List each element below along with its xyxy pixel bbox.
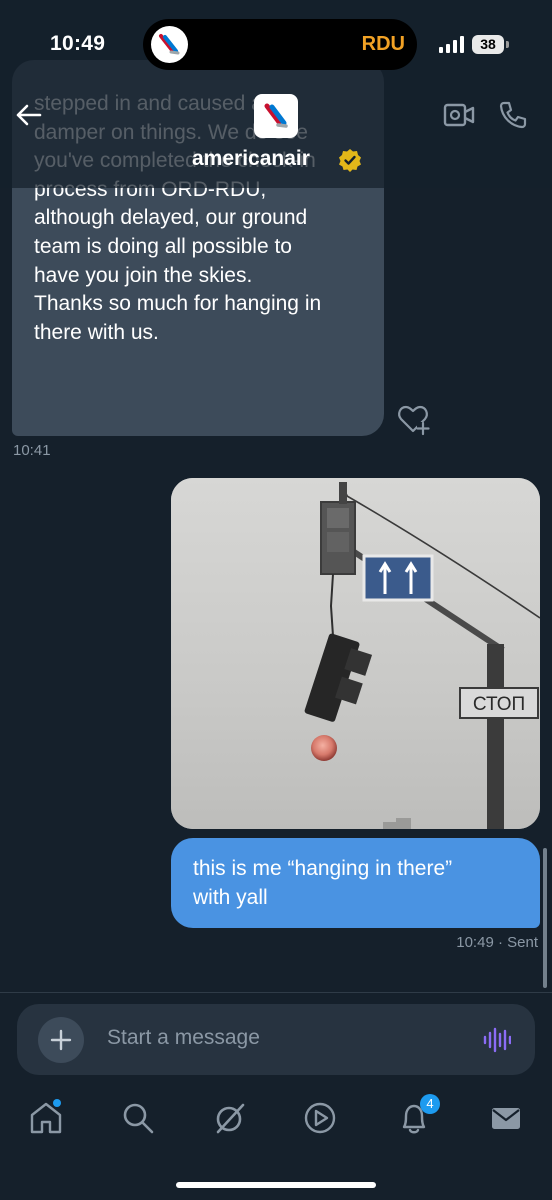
add-reaction-icon[interactable] (396, 402, 430, 436)
outgoing-message-timestamp: 10:49 (456, 934, 494, 951)
back-arrow-icon[interactable] (14, 100, 44, 130)
status-bar: 10:49 RDU 38 (0, 0, 552, 90)
home-notification-dot (53, 1099, 61, 1107)
home-indicator[interactable] (176, 1182, 376, 1188)
dynamic-island[interactable]: RDU (143, 19, 417, 70)
nav-notifications[interactable]: 4 (396, 1094, 440, 1136)
american-airlines-logo-icon (264, 103, 288, 128)
account-name[interactable]: americanair (192, 147, 310, 171)
phone-call-icon[interactable] (498, 100, 528, 130)
notification-count-badge: 4 (420, 1094, 440, 1114)
hanging-traffic-light-photo: СТОП (171, 478, 540, 829)
scrollbar[interactable] (543, 848, 547, 988)
outgoing-message-text: this is me “hanging in there” with yall (193, 857, 453, 909)
outgoing-message-bubble[interactable]: this is me “hanging in there” with yall (171, 838, 540, 928)
messages-icon (492, 1108, 520, 1129)
message-composer[interactable]: Start a message (17, 1004, 535, 1075)
nav-grok[interactable] (212, 1100, 248, 1136)
nav-search[interactable] (120, 1100, 156, 1136)
nav-messages[interactable] (488, 1100, 524, 1136)
grok-icon (216, 1103, 245, 1134)
composer-divider (0, 992, 552, 993)
add-media-button[interactable] (38, 1017, 84, 1063)
nav-video[interactable] (302, 1100, 338, 1136)
nav-home[interactable] (28, 1099, 64, 1136)
battery-icon (506, 41, 509, 48)
island-flight-code: RDU (361, 33, 405, 55)
verified-badge-icon (339, 149, 361, 172)
search-icon (123, 1103, 154, 1134)
american-airlines-logo-icon (151, 26, 188, 63)
outgoing-message-status: · Sent (497, 934, 538, 951)
message-input[interactable]: Start a message (107, 1026, 447, 1050)
voice-message-icon[interactable] (483, 1026, 511, 1054)
plus-icon (50, 1029, 72, 1051)
incoming-message-timestamp: 10:41 (13, 442, 51, 459)
video-call-icon[interactable] (443, 100, 475, 130)
stop-sign-text: СТОП (473, 694, 525, 715)
photo-message[interactable]: СТОП (171, 478, 540, 829)
avatar[interactable] (254, 94, 298, 138)
cellular-signal-icon (439, 36, 464, 53)
battery-level: 38 (472, 35, 504, 54)
outgoing-message-meta: 10:49 · Sent (456, 934, 538, 951)
status-time: 10:49 (50, 32, 106, 55)
video-icon (304, 1102, 336, 1134)
